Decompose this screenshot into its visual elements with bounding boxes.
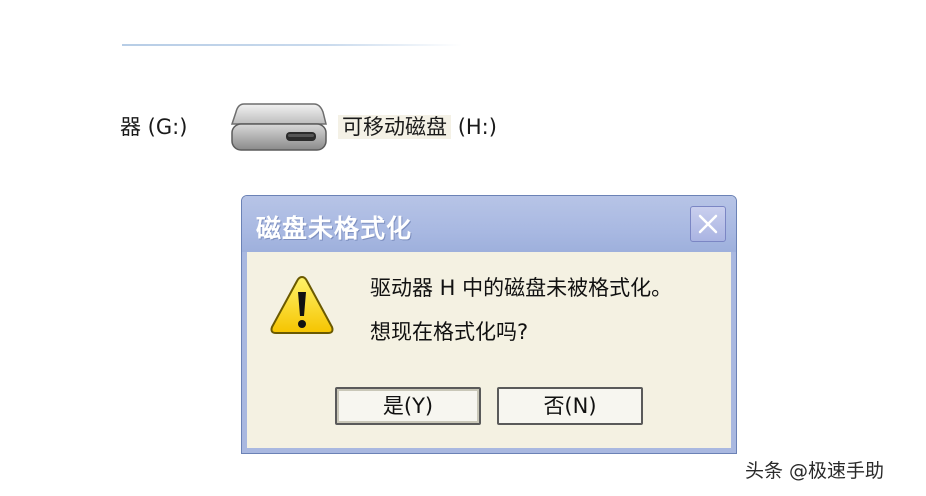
- header-divider: [122, 44, 462, 46]
- dialog-border-bottom: [242, 448, 736, 453]
- dialog-border-right: [731, 252, 736, 453]
- drive-g-label[interactable]: 器 (G:): [120, 111, 187, 141]
- dialog-titlebar[interactable]: 磁盘未格式化: [242, 196, 736, 252]
- close-button[interactable]: [690, 206, 726, 242]
- warning-icon: [270, 275, 334, 334]
- dialog-message-line2: 想现在格式化吗?: [370, 320, 529, 344]
- dialog-title: 磁盘未格式化: [256, 214, 413, 243]
- yes-button[interactable]: 是(Y): [335, 387, 481, 425]
- drive-h-name: 可移动磁盘: [338, 115, 451, 139]
- drive-h-letter: (H:): [457, 115, 497, 139]
- dialog-message-line1: 驱动器 H 中的磁盘未被格式化。: [370, 276, 673, 300]
- drive-h-label[interactable]: 可移动磁盘 (H:): [338, 111, 497, 141]
- watermark: 头条 @极速手助: [745, 460, 885, 482]
- format-disk-dialog: 磁盘未格式化 驱动器 H 中的磁盘未被格式化。 想现在格式化吗? 是(Y) 否(…: [241, 195, 737, 454]
- close-icon: [698, 214, 718, 234]
- removable-disk-icon[interactable]: [230, 100, 328, 156]
- no-button[interactable]: 否(N): [497, 387, 643, 425]
- dialog-body: 驱动器 H 中的磁盘未被格式化。 想现在格式化吗? 是(Y) 否(N): [247, 252, 731, 448]
